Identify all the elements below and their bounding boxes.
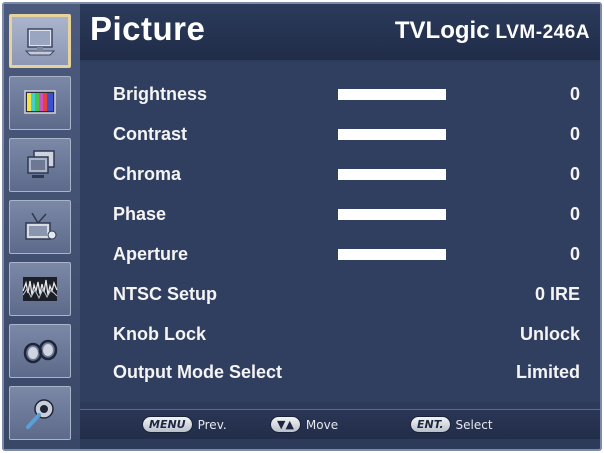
menu-item-output-mode-select[interactable]: Output Mode Select Limited	[80, 352, 600, 392]
menu-item-value: 0	[569, 124, 580, 144]
key-hint-bar: MENU Prev. ▼▲ Move ENT. Select	[80, 409, 600, 439]
menu-item-label: Output Mode Select	[113, 362, 283, 382]
menu-item-aperture[interactable]: Aperture 0	[80, 234, 600, 274]
menu-header: Picture TVLogic LVM-246A	[80, 4, 600, 60]
category-display-button[interactable]	[9, 138, 71, 192]
menu-item-label: Aperture	[113, 244, 189, 264]
page-title: Picture	[90, 10, 206, 47]
menu-item-value: 0	[569, 244, 580, 264]
audio-icon	[23, 339, 58, 364]
category-utility-button[interactable]	[9, 386, 71, 440]
brand-label: TVLogic LVM-246A	[395, 17, 590, 45]
menu-item-value: Limited	[515, 362, 580, 382]
category-color-button[interactable]	[9, 76, 71, 130]
category-waveform-button[interactable]	[9, 262, 71, 316]
hint-move-label: Move	[305, 417, 339, 432]
menu-item-label: NTSC Setup	[113, 284, 218, 304]
brand-name: TVLogic	[394, 17, 490, 44]
menu-item-knob-lock[interactable]: Knob Lock Unlock	[80, 314, 600, 354]
chroma-slider[interactable]	[338, 169, 446, 180]
category-sidebar	[4, 4, 80, 449]
menu-item-value: 0	[569, 84, 580, 104]
category-audio-button[interactable]	[9, 324, 71, 378]
satellite-dish-icon	[25, 212, 57, 240]
tools-icon	[26, 399, 54, 429]
settings-list: Brightness 0 Contrast 0 Chroma 0 Phase 0…	[80, 62, 600, 402]
osd-menu-window: Picture TVLogic LVM-246A Brightness 0 Con…	[2, 2, 602, 451]
arrow-keys-icon: ▼▲	[270, 416, 301, 433]
menu-item-label: Brightness	[113, 84, 208, 104]
brightness-slider[interactable]	[338, 89, 446, 100]
category-input-button[interactable]	[9, 200, 71, 254]
hint-prev-label: Prev.	[197, 417, 227, 432]
color-bars-icon	[24, 90, 56, 114]
menu-item-value: Unlock	[519, 324, 580, 344]
hint-prev: MENU Prev.	[142, 416, 227, 433]
aperture-slider[interactable]	[338, 249, 446, 260]
menu-item-ntsc-setup[interactable]: NTSC Setup 0 IRE	[80, 274, 600, 314]
phase-slider[interactable]	[338, 209, 446, 220]
hint-select: ENT. Select	[410, 416, 493, 433]
hint-move: ▼▲ Move	[270, 416, 338, 433]
menu-item-value: 0	[569, 164, 580, 184]
screens-icon	[27, 150, 55, 178]
enter-key-icon: ENT.	[410, 416, 451, 433]
waveform-icon	[22, 277, 58, 301]
hint-select-label: Select	[455, 417, 493, 432]
menu-item-value: 0 IRE	[534, 284, 580, 304]
menu-item-label: Phase	[113, 204, 167, 224]
menu-item-chroma[interactable]: Chroma 0	[80, 154, 600, 194]
menu-item-brightness[interactable]: Brightness 0	[80, 74, 600, 114]
menu-item-label: Chroma	[113, 164, 182, 184]
menu-item-label: Contrast	[113, 124, 188, 144]
menu-item-contrast[interactable]: Contrast 0	[80, 114, 600, 154]
menu-item-label: Knob Lock	[113, 324, 206, 344]
menu-item-value: 0	[569, 204, 580, 224]
menu-item-phase[interactable]: Phase 0	[80, 194, 600, 234]
contrast-slider[interactable]	[338, 129, 446, 140]
monitor-icon	[24, 28, 56, 56]
category-picture-button[interactable]	[9, 14, 71, 68]
menu-key-icon: MENU	[142, 416, 193, 433]
model-name: LVM-246A	[495, 22, 590, 43]
